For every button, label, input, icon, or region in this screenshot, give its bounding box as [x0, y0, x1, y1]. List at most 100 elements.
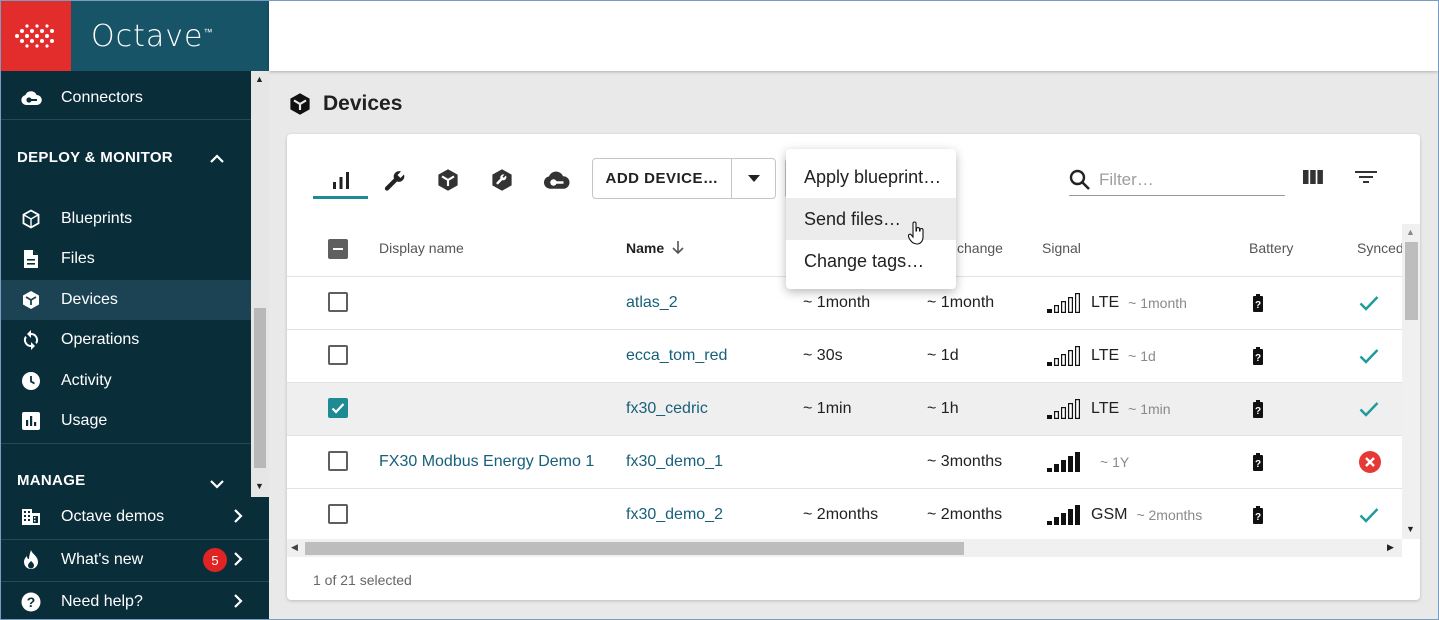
wrench-tab[interactable] [375, 164, 415, 196]
sidebar-scrollbar[interactable]: ▲ ▼ [251, 71, 269, 497]
row-checkbox[interactable] [328, 504, 348, 524]
columns-icon[interactable] [1303, 168, 1323, 190]
header-last-change[interactable]: change [957, 240, 1003, 256]
nav-label: Octave demos [61, 508, 165, 525]
cube-tab[interactable] [428, 164, 468, 196]
battery-icon: ? [1253, 489, 1263, 541]
section-manage: MANAGE [17, 472, 86, 489]
device-name-link[interactable]: ecca_tom_red [626, 330, 727, 382]
filter-lines-icon[interactable] [1355, 168, 1377, 190]
arrow-down-icon [672, 241, 684, 255]
scroll-down-arrow-icon[interactable]: ▼ [255, 481, 264, 491]
sidebar-item-blueprints[interactable]: Blueprints [1, 199, 251, 239]
cube-wrench-tab[interactable] [482, 164, 522, 196]
scrollbar-thumb[interactable] [254, 308, 266, 468]
network-type: GSM [1091, 506, 1128, 523]
nav-need-help[interactable]: ? Need help? [1, 581, 269, 620]
device-name-link[interactable]: fx30_demo_1 [626, 436, 723, 488]
divider [1, 443, 251, 444]
last-seen: ~ 2months [803, 506, 879, 523]
chevron-right-icon [233, 593, 243, 614]
table-row[interactable]: fx30_demo_2 ~ 2months ~ 2months GSM ~ 2m… [287, 488, 1402, 541]
network-type: LTE [1091, 400, 1120, 417]
nav-octave-demos[interactable]: Octave demos [1, 497, 269, 537]
add-device-split-button[interactable]: ADD DEVICE… [592, 158, 776, 199]
chevron-up-icon[interactable] [209, 151, 225, 168]
scroll-down-arrow-icon: ▼ [1406, 524, 1415, 534]
last-change: ~ 2months [927, 506, 1003, 523]
svg-text:?: ? [1255, 512, 1261, 523]
header-name[interactable]: Name [626, 240, 684, 256]
menu-item-apply-blueprint[interactable]: Apply blueprint… [786, 156, 956, 198]
last-seen: ~ 1min [803, 400, 852, 417]
bar-chart-icon [1, 412, 61, 430]
cloud-connector-icon [543, 171, 570, 189]
scrollbar-thumb[interactable] [1405, 242, 1418, 320]
add-device-button[interactable]: ADD DEVICE… [593, 159, 732, 198]
check-icon [1359, 349, 1379, 364]
signal-time: ~ 1d [1128, 348, 1156, 364]
nav-whats-new[interactable]: What's new 5 [1, 539, 269, 579]
divider [1, 119, 251, 120]
signal-time: ~ 1Y [1100, 454, 1130, 470]
device-name-link[interactable]: fx30_cedric [626, 383, 708, 435]
sidebar: Connectors DEPLOY & MONITOR Blueprints F… [1, 71, 251, 497]
sidebar-item-files[interactable]: Files [1, 239, 251, 279]
cube-wrench-icon [492, 169, 512, 191]
top-bar [269, 1, 1438, 71]
sidebar-item-label: Operations [61, 331, 140, 348]
sidebar-item-connectors[interactable]: Connectors [1, 78, 251, 118]
table-row[interactable]: FX30 Modbus Energy Demo 1 fx30_demo_1 ~ … [287, 435, 1402, 488]
battery-icon: ? [1253, 330, 1263, 382]
filter-input[interactable] [1099, 169, 1269, 190]
header-synced[interactable]: Synced [1357, 240, 1404, 256]
brand-name: Octave™ [91, 18, 214, 54]
add-device-dropdown-toggle[interactable] [732, 159, 775, 198]
sync-status [1359, 436, 1381, 488]
sidebar-item-usage[interactable]: Usage [1, 401, 251, 441]
help-icon: ? [1, 592, 61, 612]
header-display-name[interactable]: Display name [379, 240, 464, 256]
brand-header[interactable]: Octave™ [71, 1, 269, 71]
menu-item-change-tags[interactable]: Change tags… [786, 240, 956, 282]
cube-icon [1, 290, 61, 310]
check-icon [1359, 296, 1379, 311]
table-row[interactable]: ecca_tom_red ~ 30s ~ 1d LTE ~ 1d ? [287, 329, 1402, 382]
filter-field[interactable] [1069, 164, 1285, 196]
scroll-up-arrow-icon: ▲ [1406, 227, 1415, 237]
signal-cell: LTE ~ 1min [1047, 383, 1171, 435]
cloud-tab[interactable] [536, 164, 576, 196]
device-name-link[interactable]: fx30_demo_2 [626, 489, 723, 541]
cube-icon [290, 93, 310, 115]
chevron-down-icon[interactable] [209, 477, 225, 494]
row-checkbox[interactable] [328, 345, 348, 365]
scrollbar-thumb[interactable] [305, 542, 964, 555]
signal-strength-icon [1047, 399, 1081, 419]
notification-badge: 5 [203, 548, 227, 572]
row-checkbox[interactable] [328, 292, 348, 312]
header-battery[interactable]: Battery [1249, 240, 1293, 256]
horizontal-scrollbar[interactable]: ◀ ▶ [287, 539, 1402, 557]
signal-view-tab[interactable] [321, 164, 361, 196]
battery-icon: ? [1253, 383, 1263, 435]
device-name-link[interactable]: atlas_2 [626, 277, 678, 329]
select-all-checkbox[interactable] [328, 239, 348, 259]
cube-icon [438, 169, 458, 191]
svg-text:?: ? [1255, 300, 1261, 311]
menu-item-send-files[interactable]: Send files… [786, 198, 956, 240]
svg-text:?: ? [1255, 459, 1261, 470]
header-signal[interactable]: Signal [1042, 240, 1081, 256]
file-icon [1, 249, 61, 269]
cloud-connector-icon [1, 90, 61, 106]
scroll-up-arrow-icon[interactable]: ▲ [255, 74, 264, 84]
signal-cell: LTE ~ 1month [1047, 277, 1187, 329]
table-row[interactable]: fx30_cedric ~ 1min ~ 1h LTE ~ 1min ? [287, 382, 1402, 435]
actions-menu: Apply blueprint… Send files… Change tags… [786, 149, 956, 289]
row-checkbox[interactable] [328, 398, 348, 418]
device-display-name[interactable]: FX30 Modbus Energy Demo 1 [379, 436, 594, 488]
sidebar-item-devices[interactable]: Devices [1, 280, 251, 320]
sidebar-item-operations[interactable]: Operations [1, 320, 251, 360]
sidebar-item-activity[interactable]: Activity [1, 361, 251, 401]
row-checkbox[interactable] [328, 451, 348, 471]
vertical-scrollbar[interactable]: ▲ ▼ [1402, 224, 1420, 539]
